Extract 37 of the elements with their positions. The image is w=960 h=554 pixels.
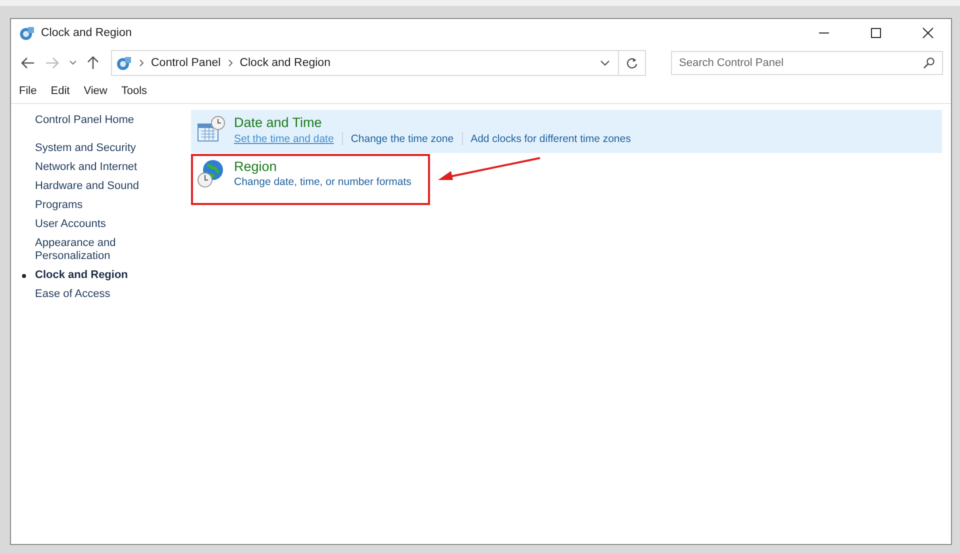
chevron-down-icon[interactable] bbox=[600, 60, 610, 66]
sidebar-link[interactable]: Network and Internet bbox=[35, 161, 145, 174]
maximize-icon[interactable] bbox=[870, 26, 882, 38]
up-arrow-icon[interactable] bbox=[87, 56, 99, 70]
task-link[interactable]: Change date, time, or number formats bbox=[234, 176, 412, 188]
sidebar-link[interactable]: Control Panel Home bbox=[35, 114, 145, 127]
chevron-right-icon bbox=[228, 59, 233, 67]
sidebar-link[interactable]: Programs bbox=[35, 199, 145, 212]
search-icon bbox=[923, 57, 935, 69]
refresh-button[interactable] bbox=[618, 50, 646, 76]
sidebar-link[interactable]: Hardware and Sound bbox=[35, 180, 145, 193]
chevron-right-icon bbox=[139, 59, 144, 67]
sidebar-link[interactable]: Appearance and Personalization bbox=[35, 237, 145, 263]
sidebar-link[interactable]: System and Security bbox=[35, 142, 145, 155]
breadcrumb[interactable]: Control Panel bbox=[151, 57, 221, 69]
globe-clock-icon[interactable] bbox=[196, 159, 226, 189]
task-link[interactable]: Change the time zone bbox=[350, 132, 454, 144]
menu-item[interactable]: Tools bbox=[121, 85, 148, 97]
control-panel-icon bbox=[116, 55, 132, 71]
task-link[interactable]: Add clocks for different time zones bbox=[470, 132, 631, 144]
close-icon[interactable] bbox=[922, 26, 934, 38]
back-arrow-icon[interactable] bbox=[21, 57, 35, 69]
sidebar-link[interactable]: User Accounts bbox=[35, 218, 145, 231]
address-bar[interactable]: Control Panel Clock and Region bbox=[111, 50, 619, 76]
category-title[interactable]: Region bbox=[234, 159, 412, 174]
chevron-down-icon[interactable] bbox=[69, 60, 77, 66]
window-title: Clock and Region bbox=[41, 26, 132, 38]
menu-item[interactable]: Edit bbox=[50, 85, 70, 97]
sidebar-link[interactable]: Clock and Region bbox=[35, 269, 145, 282]
sidebar-link[interactable]: Ease of Access bbox=[35, 288, 145, 301]
refresh-icon bbox=[626, 57, 638, 69]
menu-item[interactable]: File bbox=[19, 85, 37, 97]
search-field[interactable]: Search Control Panel bbox=[671, 51, 943, 75]
breadcrumb[interactable]: Clock and Region bbox=[240, 57, 330, 69]
control-panel-icon bbox=[19, 24, 35, 40]
category-title[interactable]: Date and Time bbox=[234, 115, 631, 130]
menu-item[interactable]: View bbox=[84, 85, 108, 97]
